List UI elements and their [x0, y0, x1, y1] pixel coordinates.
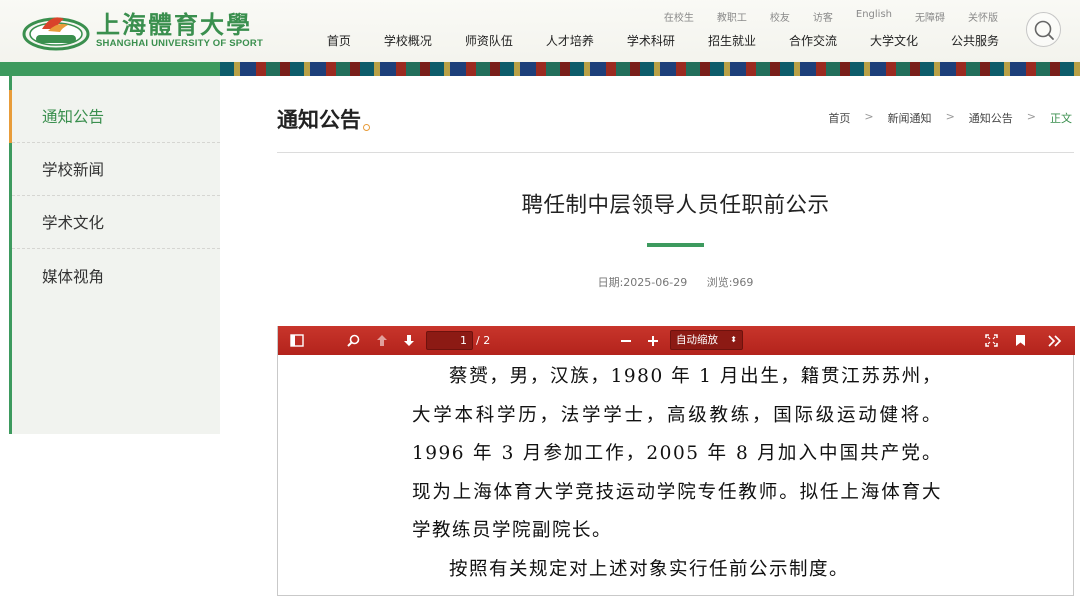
page-total: / 2 — [476, 334, 491, 347]
top-utility-links: 在校生 教职工 校友 访客 English 无障碍 关怀版 — [641, 9, 998, 24]
sidebar-item-academic-culture[interactable]: 学术文化 — [12, 196, 220, 249]
sidebar-toggle-icon — [290, 334, 304, 347]
breadcrumb-separator: > — [1026, 110, 1036, 123]
sidebar-item-media[interactable]: 媒体视角 — [12, 249, 220, 302]
toplink-accessibility[interactable]: 无障碍 — [915, 9, 945, 24]
section-title: 通知公告 — [277, 108, 361, 132]
nav-item-public-services[interactable]: 公共服务 — [951, 32, 999, 49]
zoom-in-button[interactable] — [643, 326, 663, 355]
nav-item-culture[interactable]: 大学文化 — [870, 32, 918, 49]
search-icon — [1034, 20, 1054, 40]
zoom-select[interactable]: 自动缩放 ⬍ — [670, 330, 743, 350]
pdf-page-content: 蔡赟，男，汉族，1980 年 1 月出生，籍贯江苏苏州，大学本科学历，法学学士，… — [412, 358, 942, 589]
sidebar-item-label: 学校新闻 — [42, 161, 105, 179]
tools-button[interactable] — [1043, 326, 1067, 355]
previous-page-button[interactable] — [371, 326, 393, 355]
toplink-care-mode[interactable]: 关怀版 — [968, 9, 998, 24]
double-chevron-right-icon — [1048, 334, 1062, 347]
main-navigation: 首页 学校概况 师资队伍 人才培养 学术科研 招生就业 合作交流 大学文化 公共… — [294, 32, 999, 49]
presentation-mode-button[interactable] — [980, 326, 1002, 355]
minus-icon — [621, 339, 631, 342]
breadcrumb-news[interactable]: 新闻通知 — [888, 110, 932, 126]
zoom-out-button[interactable] — [616, 326, 636, 355]
nav-item-cooperation[interactable]: 合作交流 — [789, 32, 837, 49]
breadcrumb: 首页 > 新闻通知 > 通知公告 > 正文 — [828, 110, 1072, 126]
university-emblem-icon — [22, 9, 90, 51]
nav-item-education[interactable]: 人才培养 — [546, 32, 594, 49]
article-views: 浏览:969 — [706, 276, 754, 289]
arrow-down-icon — [404, 335, 414, 346]
toplink-alumni[interactable]: 校友 — [770, 9, 790, 24]
pdf-toolbar: 1 / 2 自动缩放 ⬍ — [278, 326, 1075, 355]
nav-item-home[interactable]: 首页 — [327, 32, 351, 49]
search-icon — [346, 334, 359, 347]
toplink-english[interactable]: English — [856, 9, 892, 24]
sidebar-item-label: 通知公告 — [42, 108, 105, 126]
breadcrumb-announcements[interactable]: 通知公告 — [969, 110, 1013, 126]
sidebar-item-announcements[interactable]: 通知公告 — [9, 76, 220, 143]
title-underline — [647, 243, 704, 247]
breadcrumb-separator: > — [945, 110, 955, 123]
logo-chinese-name: 上海體育大學 — [96, 9, 252, 39]
fullscreen-icon — [984, 334, 998, 347]
breadcrumb-current: 正文 — [1050, 112, 1072, 125]
article-date: 日期:2025-06-29 — [597, 276, 688, 289]
next-page-button[interactable] — [398, 326, 420, 355]
sidebar-toggle-button[interactable] — [286, 326, 308, 355]
toplink-students[interactable]: 在校生 — [664, 9, 694, 24]
page-number-input[interactable]: 1 — [426, 331, 473, 350]
breadcrumb-home[interactable]: 首页 — [828, 110, 850, 126]
site-logo[interactable]: 上海體育大學 SHANGHAI UNIVERSITY OF SPORT — [22, 9, 263, 51]
breadcrumb-separator: > — [864, 110, 874, 123]
divider — [277, 152, 1074, 153]
sidebar: 通知公告 学校新闻 学术文化 媒体视角 — [9, 76, 220, 434]
nav-item-research[interactable]: 学术科研 — [627, 32, 675, 49]
sidebar-item-label: 学术文化 — [42, 214, 105, 232]
bookmark-icon — [1015, 335, 1025, 346]
header-green-bar — [0, 62, 220, 76]
pdf-viewer: 1 / 2 自动缩放 ⬍ 蔡赟，男，汉族，1980 年 1 月出生，籍贯江苏苏州… — [277, 326, 1075, 596]
pdf-paragraph: 按照有关规定对上述对象实行任前公示制度。 — [449, 558, 850, 580]
article-title: 聘任制中层领导人员任职前公示 — [521, 193, 830, 218]
logo-english-name: SHANGHAI UNIVERSITY OF SPORT — [96, 37, 263, 49]
pdf-paragraph: 蔡赟，男，汉族，1980 年 1 月出生，籍贯江苏苏州，大学本科学历，法学学士，… — [412, 366, 942, 541]
article-meta: 日期:2025-06-29 浏览:969 — [277, 274, 1074, 290]
site-header: 上海體育大學 SHANGHAI UNIVERSITY OF SPORT 在校生 … — [0, 0, 1080, 76]
nav-item-faculty[interactable]: 师资队伍 — [465, 32, 513, 49]
nav-item-admissions[interactable]: 招生就业 — [708, 32, 756, 49]
title-dot-icon — [363, 124, 370, 131]
bookmark-button[interactable] — [1009, 326, 1031, 355]
select-arrows-icon: ⬍ — [730, 335, 737, 344]
sidebar-item-label: 媒体视角 — [42, 267, 105, 286]
toplink-staff[interactable]: 教职工 — [717, 9, 747, 24]
nav-item-about[interactable]: 学校概况 — [384, 32, 432, 49]
toplink-visitors[interactable]: 访客 — [813, 9, 833, 24]
sidebar-item-school-news[interactable]: 学校新闻 — [12, 143, 220, 196]
search-button[interactable] — [1026, 12, 1061, 47]
find-button[interactable] — [342, 326, 364, 355]
arrow-up-icon — [377, 335, 387, 346]
zoom-value: 自动缩放 — [676, 334, 718, 346]
plus-icon — [648, 335, 658, 346]
